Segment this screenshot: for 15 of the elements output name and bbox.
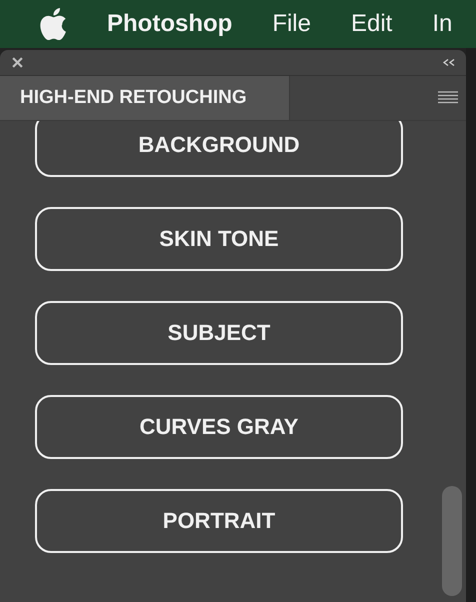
app-menu[interactable]: Photoshop bbox=[107, 10, 232, 38]
menu-icon[interactable] bbox=[438, 91, 458, 105]
action-button[interactable]: BACKGROUND bbox=[35, 121, 403, 177]
menu-item[interactable]: Edit bbox=[350, 10, 392, 38]
menu-item[interactable]: In bbox=[432, 10, 452, 38]
action-button[interactable]: SUBJECT bbox=[35, 301, 403, 365]
collapse-icon[interactable] bbox=[442, 58, 456, 67]
menu-item[interactable]: File bbox=[272, 10, 311, 38]
action-button[interactable]: SKIN TONE bbox=[35, 207, 403, 271]
action-button[interactable]: CURVES GRAY bbox=[35, 395, 403, 459]
panel-tab[interactable]: HIGH-END RETOUCHING bbox=[0, 76, 290, 120]
action-button[interactable]: PORTRAIT bbox=[35, 489, 403, 553]
close-icon[interactable] bbox=[12, 57, 23, 68]
scrollbar-thumb[interactable] bbox=[442, 486, 462, 596]
apple-icon[interactable] bbox=[40, 8, 67, 40]
